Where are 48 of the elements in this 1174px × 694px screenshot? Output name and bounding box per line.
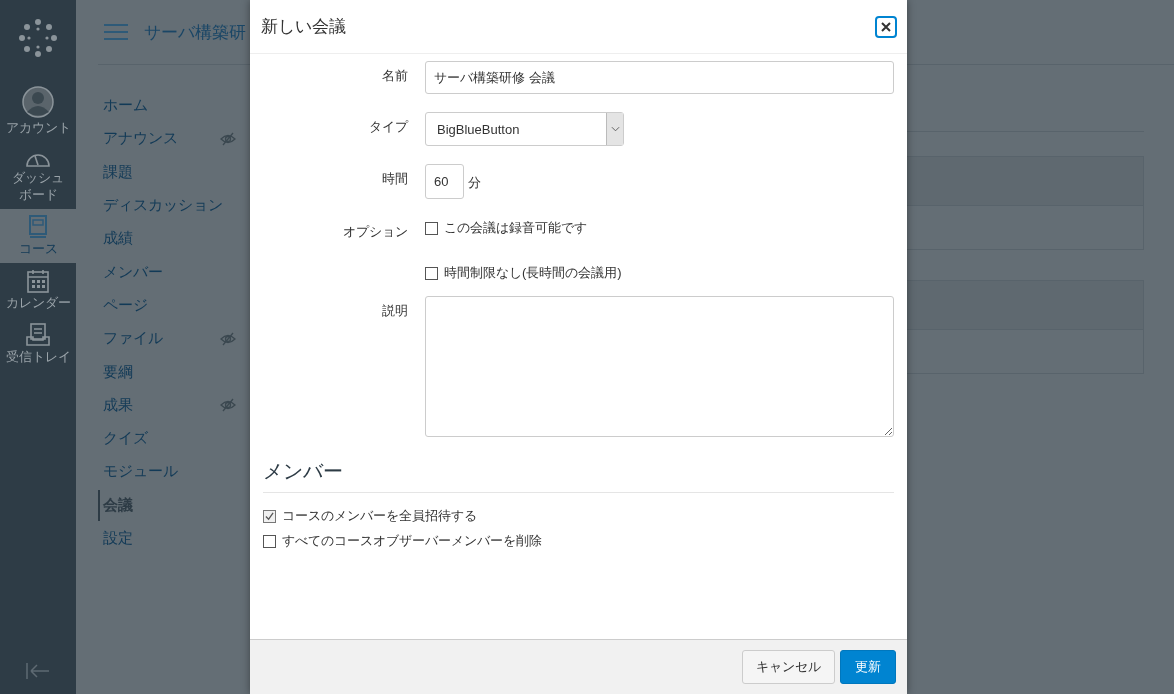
- global-nav-item[interactable]: アカウント: [0, 80, 76, 143]
- menu-icon[interactable]: [104, 24, 128, 40]
- global-nav-item[interactable]: カレンダー: [0, 263, 76, 318]
- dialog-title: 新しい会議: [261, 16, 346, 38]
- avatar-icon: [22, 86, 54, 118]
- global-nav-item[interactable]: ダッシュボード: [0, 142, 76, 209]
- section-heading: メンバー: [263, 455, 894, 493]
- name-field[interactable]: サーバ構築研修 会議: [425, 61, 894, 94]
- book-icon: [28, 214, 48, 239]
- course-nav-link[interactable]: ページ: [98, 295, 148, 315]
- course-nav-link[interactable]: 会議: [98, 489, 133, 521]
- course-nav-link[interactable]: クイズ: [98, 429, 148, 449]
- course-nav-link[interactable]: 成果: [98, 395, 133, 415]
- field-label: オプション: [342, 223, 409, 241]
- logo-icon: [18, 18, 58, 58]
- member-checkbox[interactable]: コースのメンバーを全員招待する: [263, 507, 894, 525]
- field-label: タイプ: [368, 118, 410, 136]
- course-nav-link[interactable]: モジュール: [98, 462, 178, 482]
- course-nav-link[interactable]: 課題: [98, 162, 133, 182]
- course-nav-link[interactable]: 成績: [98, 229, 133, 249]
- field-label: 時間: [381, 170, 409, 188]
- course-nav-link[interactable]: ホーム: [98, 96, 148, 116]
- global-nav-item[interactable]: コース: [0, 208, 76, 263]
- duration-field[interactable]: 60: [425, 164, 464, 199]
- option-checkbox[interactable]: 時間制限なし(長時間の会議用): [425, 264, 622, 282]
- submit-button[interactable]: 更新: [840, 650, 896, 684]
- unit-label: 分: [467, 174, 481, 192]
- field-label: 説明: [381, 302, 409, 320]
- inbox-icon: [26, 323, 50, 348]
- course-nav-link[interactable]: アナウンス: [98, 129, 178, 149]
- chevron-down-icon: [610, 126, 620, 132]
- course-nav-link[interactable]: メンバー: [98, 262, 163, 282]
- close-button[interactable]: [875, 15, 897, 38]
- course-nav-link[interactable]: 設定: [98, 529, 133, 548]
- checkmark-icon: [265, 511, 274, 521]
- collapse-arrow-icon[interactable]: [26, 662, 50, 680]
- course-title[interactable]: サーバ構築研: [144, 20, 246, 44]
- type-dropdown[interactable]: BigBlueButton: [425, 112, 624, 146]
- cancel-button[interactable]: キャンセル: [742, 650, 835, 684]
- global-nav-item[interactable]: 受信トレイ: [0, 317, 76, 372]
- option-checkbox[interactable]: この会議は録音可能です: [425, 219, 622, 237]
- course-nav-link[interactable]: ディスカッション: [98, 196, 223, 216]
- course-nav-link[interactable]: 要綱: [98, 362, 133, 382]
- course-nav-link[interactable]: ファイル: [98, 329, 163, 349]
- calendar-icon: [27, 269, 49, 293]
- field-label: 名前: [381, 67, 409, 85]
- close-icon: [881, 21, 891, 32]
- member-checkbox[interactable]: すべてのコースオブザーバーメンバーを削除: [263, 532, 894, 550]
